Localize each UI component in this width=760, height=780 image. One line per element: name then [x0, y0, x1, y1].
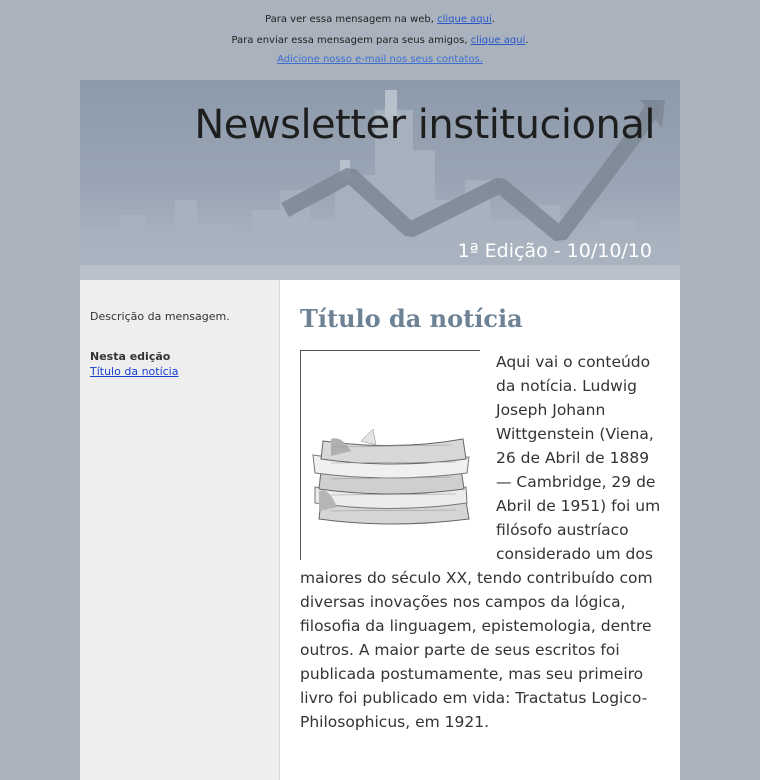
newsletter-title: Newsletter institucional	[194, 102, 655, 148]
message-description: Descrição da mensagem.	[90, 310, 230, 323]
send-to-friends-note: Para enviar essa mensagem para seus amig…	[231, 35, 529, 46]
newspaper-stack-image	[300, 350, 480, 560]
edition-heading: Nesta edição	[90, 350, 171, 363]
sidebar-article-link[interactable]: Título da notícia	[90, 365, 178, 378]
edition-date: 1ª Edição - 10/10/10	[457, 240, 652, 262]
view-on-web-note: Para ver essa mensagem na web, clique aq…	[265, 14, 495, 25]
add-contact-link[interactable]: Adicione nosso e-mail nos seus contatos.	[277, 54, 483, 65]
newsletter-container: Newsletter institucional 1ª Edição - 10/…	[80, 80, 680, 780]
article-title: Título da notícia	[300, 304, 523, 333]
view-on-web-link[interactable]: clique aqui	[437, 14, 492, 25]
newsletter-header: Newsletter institucional 1ª Edição - 10/…	[80, 80, 680, 280]
newspaper-icon	[312, 428, 470, 525]
main-content: Título da notícia Aqui vai o conteúdo da…	[280, 280, 680, 780]
add-contact-note: Adicione nosso e-mail nos seus contatos.	[0, 53, 760, 67]
send-to-friends-link[interactable]: clique aqui	[471, 35, 526, 46]
article-body: Aqui vai o conteúdo da notícia. Ludwig J…	[300, 350, 662, 734]
sidebar: Descrição da mensagem. Nesta edição Títu…	[80, 280, 280, 780]
